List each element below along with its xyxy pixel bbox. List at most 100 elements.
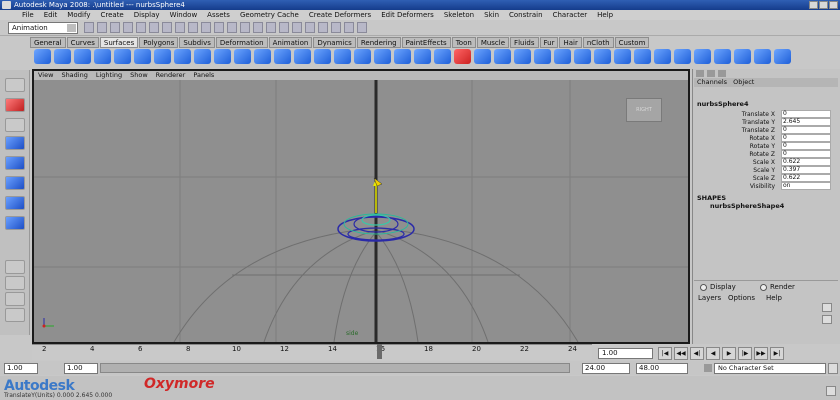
extrude-icon[interactable] xyxy=(254,49,271,64)
attach-surfaces-icon[interactable] xyxy=(474,49,491,64)
snap-plane-icon[interactable] xyxy=(292,22,302,33)
channel-value-field[interactable]: 0 xyxy=(781,126,831,134)
channel-value-field[interactable]: 2.645 xyxy=(781,118,831,126)
open-close-icon[interactable] xyxy=(534,49,551,64)
loft-icon[interactable] xyxy=(214,49,231,64)
bevel-icon[interactable] xyxy=(334,49,351,64)
range-slider-bar[interactable] xyxy=(100,363,570,373)
save-scene-icon[interactable] xyxy=(110,22,120,33)
history-icon[interactable] xyxy=(305,22,315,33)
tab-ncloth[interactable]: nCloth xyxy=(582,37,614,48)
lasso-tool-icon[interactable] xyxy=(5,98,25,112)
minimize-button[interactable] xyxy=(809,1,818,9)
channel-value-field[interactable]: 0 xyxy=(781,134,831,142)
render-radio[interactable] xyxy=(760,284,767,291)
go-to-start-button[interactable]: |◀ xyxy=(658,347,672,360)
bevel-plus-icon[interactable] xyxy=(354,49,371,64)
close-button[interactable] xyxy=(829,1,838,9)
project-curve-icon[interactable] xyxy=(434,49,451,64)
tab-animation[interactable]: Animation xyxy=(268,37,313,48)
tab-dynamics[interactable]: Dynamics xyxy=(313,37,356,48)
attribute-editor-toggle-icon[interactable] xyxy=(707,70,715,77)
channels-menu[interactable]: Channels xyxy=(697,78,727,86)
menu-create[interactable]: Create xyxy=(100,10,123,20)
round-tool-icon[interactable] xyxy=(634,49,651,64)
menu-edit[interactable]: Edit xyxy=(44,10,58,20)
insert-isoparms-icon[interactable] xyxy=(554,49,571,64)
rebuild-surfaces-icon[interactable] xyxy=(614,49,631,64)
reverse-direction-icon[interactable] xyxy=(754,49,771,64)
side-viewport[interactable]: RIGHT side xyxy=(34,80,688,342)
nurbs-torus-icon[interactable] xyxy=(134,49,151,64)
mask-handles-icon[interactable] xyxy=(162,22,172,33)
surface-editing-icon[interactable] xyxy=(714,49,731,64)
step-back-key-button[interactable]: ◀◀ xyxy=(674,347,688,360)
channel-value-field[interactable]: on xyxy=(781,182,831,190)
menu-constrain[interactable]: Constrain xyxy=(509,10,543,20)
planar-icon[interactable] xyxy=(234,49,251,64)
tab-fluids[interactable]: Fluids xyxy=(510,37,539,48)
range-end-inner-field[interactable]: 24.00 xyxy=(582,363,630,374)
scale-tool-icon[interactable] xyxy=(5,176,25,190)
nurbs-cone-icon[interactable] xyxy=(94,49,111,64)
open-scene-icon[interactable] xyxy=(97,22,107,33)
viewport-menu-shading[interactable]: Shading xyxy=(61,71,87,80)
play-forwards-button[interactable]: ▶ xyxy=(722,347,736,360)
snap-point-icon[interactable] xyxy=(279,22,289,33)
tab-surfaces[interactable]: Surfaces xyxy=(99,37,139,48)
move-tool-icon[interactable] xyxy=(5,136,25,150)
selection-icon[interactable] xyxy=(734,49,751,64)
menu-create-deformers[interactable]: Create Deformers xyxy=(309,10,371,20)
menu-modify[interactable]: Modify xyxy=(67,10,90,20)
boundary-icon[interactable] xyxy=(294,49,311,64)
range-start-inner-field[interactable]: 1.00 xyxy=(64,363,98,374)
mask-curves-icon[interactable] xyxy=(188,22,198,33)
menu-geometry-cache[interactable]: Geometry Cache xyxy=(240,10,299,20)
channel-box-toggle-icon[interactable] xyxy=(696,70,704,77)
mask-dynamics-icon[interactable] xyxy=(227,22,237,33)
menu-skeleton[interactable]: Skeleton xyxy=(444,10,474,20)
tab-custom[interactable]: Custom xyxy=(614,37,650,48)
menu-help[interactable]: Help xyxy=(597,10,613,20)
single-pane-layout-icon[interactable] xyxy=(5,260,25,274)
viewport-menu-lighting[interactable]: Lighting xyxy=(96,71,122,80)
menu-assets[interactable]: Assets xyxy=(207,10,230,20)
menu-character[interactable]: Character xyxy=(553,10,588,20)
offset-surfaces-icon[interactable] xyxy=(594,49,611,64)
viewport-menu-panels[interactable]: Panels xyxy=(193,71,214,80)
step-forward-key-button[interactable]: ▶▶ xyxy=(754,347,768,360)
maximize-button[interactable] xyxy=(819,1,828,9)
select-component-icon[interactable] xyxy=(149,22,159,33)
stitch-icon[interactable] xyxy=(674,49,691,64)
tab-painteffects[interactable]: PaintEffects xyxy=(401,37,451,48)
tool-settings-toggle-icon[interactable] xyxy=(718,70,726,77)
input-line-icon[interactable] xyxy=(357,22,367,33)
ipr-render-icon[interactable] xyxy=(331,22,341,33)
revolve-icon[interactable] xyxy=(194,49,211,64)
menu-window[interactable]: Window xyxy=(170,10,198,20)
snap-grid-icon[interactable] xyxy=(253,22,263,33)
new-scene-icon[interactable] xyxy=(84,22,94,33)
nurbs-sphere-icon[interactable] xyxy=(34,49,51,64)
render-settings-icon[interactable] xyxy=(344,22,354,33)
mask-surfaces-icon[interactable] xyxy=(201,22,211,33)
display-radio[interactable] xyxy=(700,284,707,291)
mask-joints-icon[interactable] xyxy=(175,22,185,33)
rotate-tool-icon[interactable] xyxy=(5,156,25,170)
menu-set-dropdown[interactable]: Animation xyxy=(8,22,78,34)
nurbs-square-icon[interactable] xyxy=(174,49,191,64)
object-menu[interactable]: Object xyxy=(733,78,754,86)
channel-value-field[interactable]: 0 xyxy=(781,150,831,158)
layer-menu-help[interactable]: Help xyxy=(766,294,782,302)
channel-value-field[interactable]: 0.397 xyxy=(781,166,831,174)
time-slider[interactable] xyxy=(32,344,592,360)
paint-select-tool-icon[interactable] xyxy=(5,118,25,132)
go-to-end-button[interactable]: ▶| xyxy=(770,347,784,360)
new-layer-icon[interactable] xyxy=(822,303,832,312)
extend-surfaces-icon[interactable] xyxy=(574,49,591,64)
birail-icon[interactable] xyxy=(274,49,291,64)
two-pane-layout-icon[interactable] xyxy=(5,292,25,306)
select-hierarchy-icon[interactable] xyxy=(123,22,133,33)
tab-polygons[interactable]: Polygons xyxy=(139,37,179,48)
select-object-icon[interactable] xyxy=(136,22,146,33)
